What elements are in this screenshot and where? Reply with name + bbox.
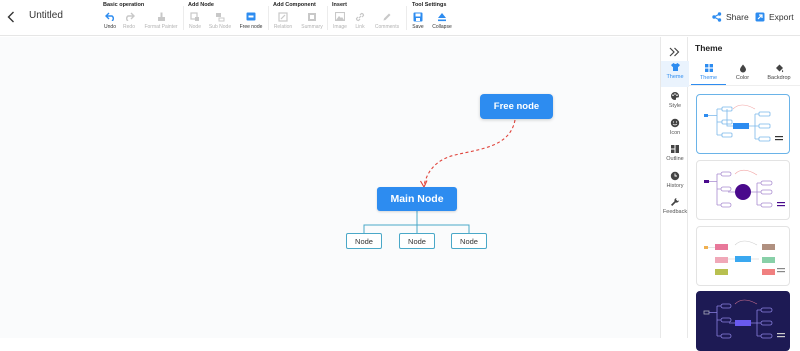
sub-node[interactable]: Node	[346, 233, 382, 249]
summary-icon	[308, 12, 316, 21]
free-node-button[interactable]: Free node	[237, 11, 265, 33]
collapse-icon	[438, 12, 446, 21]
group-label-add-node: Add Node	[188, 2, 214, 8]
redo-icon	[125, 12, 135, 21]
theme-preview-blue	[704, 104, 783, 142]
panel-title: Theme	[695, 43, 723, 53]
link-icon	[355, 12, 365, 21]
pencil-icon	[383, 13, 391, 20]
smiley-icon	[670, 118, 680, 128]
image-button[interactable]: Image	[331, 11, 349, 33]
connector-layer	[363, 119, 516, 233]
toolbar-divider	[268, 6, 269, 30]
tab-divider	[689, 85, 800, 86]
rail-item-style[interactable]: Style	[661, 90, 689, 116]
export-icon	[755, 12, 765, 22]
mindmap-canvas[interactable]: Free node Main Node Node Node Node	[0, 37, 660, 338]
save-button[interactable]: Save	[410, 11, 426, 33]
theme-card-purple[interactable]	[696, 160, 790, 220]
export-button[interactable]: Export	[755, 10, 794, 24]
group-label-basic: Basic operation	[103, 2, 145, 8]
theme-preview-dark	[703, 299, 785, 339]
redo-button[interactable]: Redo	[121, 11, 137, 33]
tab-theme[interactable]: Theme	[691, 63, 726, 85]
rail-item-icon[interactable]: Icon	[661, 117, 689, 143]
shirt-icon	[670, 63, 680, 71]
theme-preview-purple	[704, 169, 785, 208]
node-button[interactable]: Node	[187, 11, 203, 33]
rail-item-history[interactable]: History	[661, 170, 689, 196]
collapse-button[interactable]: Collapse	[430, 11, 454, 33]
save-icon	[413, 12, 423, 21]
outline-icon	[671, 145, 679, 153]
export-label: Export	[769, 12, 794, 22]
summary-button[interactable]: Summary	[298, 11, 326, 33]
collapse-panel-button[interactable]	[669, 44, 680, 62]
group-label-add-component: Add Component	[273, 2, 316, 8]
free-node[interactable]: Free node	[480, 94, 553, 119]
tab-backdrop[interactable]: Backdrop	[760, 63, 798, 85]
theme-card-blue[interactable]	[696, 94, 790, 154]
format-painter-button[interactable]: Format Painter	[142, 11, 180, 33]
undo-icon	[104, 12, 114, 21]
document-title[interactable]: Untitled	[29, 10, 63, 21]
side-rail: Theme Style Icon Outline History Feedbac…	[660, 37, 689, 338]
rail-item-theme[interactable]: Theme	[661, 61, 689, 87]
comments-button[interactable]: Comments	[372, 11, 402, 33]
clock-icon	[670, 171, 680, 181]
theme-card-dark[interactable]	[696, 291, 790, 351]
sub-node[interactable]: Node	[399, 233, 435, 249]
share-label: Share	[726, 12, 749, 22]
chevron-left-icon	[7, 11, 14, 23]
share-button[interactable]: Share	[712, 10, 749, 24]
top-toolbar: Untitled Basic operation Undo Redo Forma…	[0, 0, 800, 36]
theme-panel: Theme Theme Color Backdrop	[689, 37, 800, 351]
relation-icon	[278, 11, 288, 22]
double-chevron-right-icon	[669, 47, 680, 57]
toolbar-divider	[406, 6, 407, 30]
sub-node-button[interactable]: Sub Node	[207, 11, 233, 33]
node-icon	[190, 11, 199, 21]
grid-icon	[704, 64, 713, 72]
image-icon	[335, 12, 345, 21]
theme-card-pastel[interactable]	[696, 226, 790, 286]
sub-node-icon	[216, 12, 225, 21]
tab-color[interactable]: Color	[725, 63, 760, 85]
rail-item-outline[interactable]: Outline	[661, 143, 689, 169]
toolbar-divider	[183, 6, 184, 30]
group-label-insert: Insert	[332, 2, 347, 8]
back-button[interactable]	[4, 9, 18, 25]
rail-item-feedback[interactable]: Feedback	[661, 196, 689, 222]
share-icon	[712, 12, 722, 22]
branch-lines	[363, 211, 470, 233]
free-node-icon	[246, 12, 256, 21]
relation-button[interactable]: Relation	[271, 11, 295, 33]
relation-line[interactable]	[423, 119, 516, 186]
toolbar-divider	[327, 6, 328, 30]
link-button[interactable]: Link	[352, 11, 368, 33]
wrench-icon	[671, 198, 679, 206]
palette-icon	[671, 92, 679, 100]
main-node[interactable]: Main Node	[377, 187, 457, 211]
theme-preview-pastel	[704, 240, 785, 275]
undo-button[interactable]: Undo	[102, 11, 118, 33]
paint-bucket-icon	[739, 64, 746, 72]
fill-icon	[775, 64, 783, 72]
group-label-tool-settings: Tool Settings	[412, 2, 447, 8]
format-painter-icon	[157, 12, 165, 21]
sub-node[interactable]: Node	[451, 233, 487, 249]
